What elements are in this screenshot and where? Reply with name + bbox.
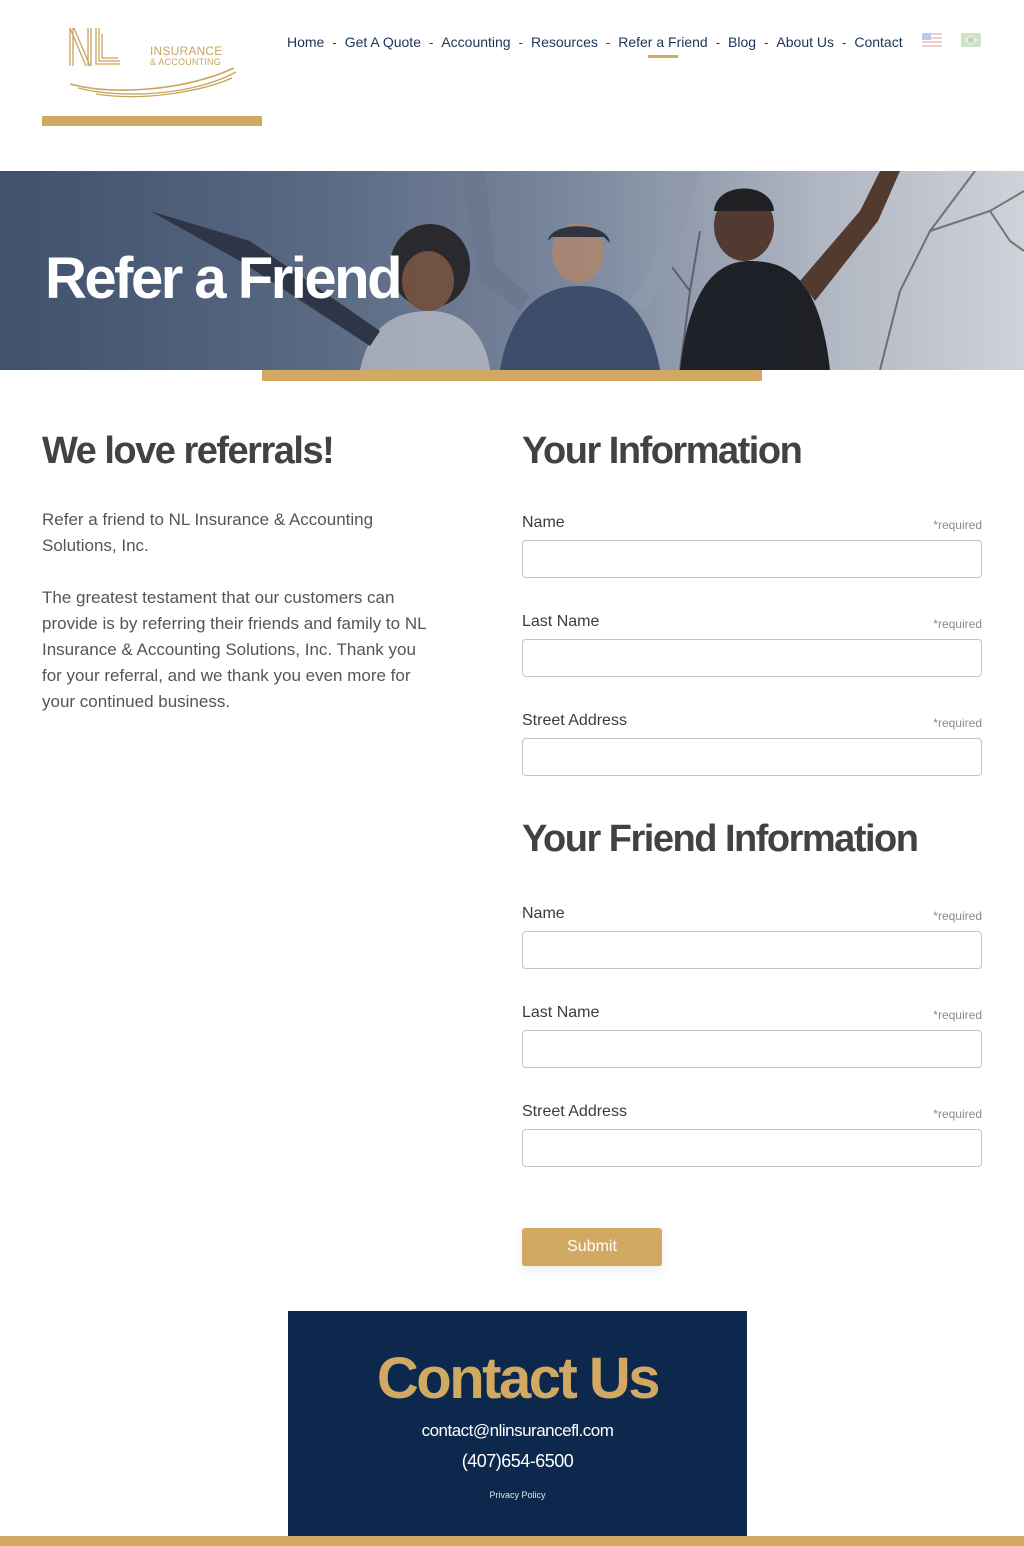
page-title: Refer a Friend (45, 246, 403, 311)
nav-refer-a-friend[interactable]: Refer a Friend (618, 34, 708, 58)
nav-accounting[interactable]: Accounting (441, 34, 510, 50)
nav-separator: - (605, 34, 611, 50)
friend-name-label: Name (522, 905, 565, 922)
nav-contact[interactable]: Contact (854, 34, 902, 50)
nav-separator: - (332, 34, 337, 50)
your-street-address-input[interactable] (522, 738, 982, 776)
required-note: *required (933, 617, 982, 631)
your-last-name-label: Last Name (522, 613, 600, 630)
nav-get-a-quote[interactable]: Get A Quote (345, 34, 421, 50)
friend-last-name-input[interactable] (522, 1030, 982, 1068)
your-name-input[interactable] (522, 540, 982, 578)
intro-paragraph-1: Refer a friend to NL Insurance & Account… (42, 510, 374, 555)
submit-button[interactable]: Submit (522, 1228, 662, 1266)
friend-last-name-label: Last Name (522, 1004, 600, 1021)
your-information-heading: Your Information (522, 430, 803, 472)
required-note: *required (933, 909, 982, 923)
nav-separator: - (842, 34, 847, 50)
contact-box: Contact Us contact@nlinsurancefl.com (40… (288, 1311, 747, 1536)
nav-separator: - (518, 34, 523, 50)
your-last-name-input[interactable] (522, 639, 982, 677)
nav-home[interactable]: Home (287, 34, 324, 50)
privacy-policy-link[interactable]: Privacy Policy (288, 1490, 747, 1500)
nav-resources[interactable]: Resources (531, 34, 598, 50)
nav-separator: - (428, 34, 434, 50)
required-note: *required (933, 1008, 982, 1022)
footer-accent-bar (0, 1536, 1024, 1546)
friend-street-address-label: Street Address (522, 1103, 627, 1120)
nav-separator: - (764, 34, 769, 50)
logo-text: INSURANCE & ACCOUNTING (150, 44, 223, 67)
hero-banner: Refer a Friend (0, 171, 1024, 370)
friend-information-heading: Your Friend Information (522, 818, 919, 860)
your-name-label: Name (522, 514, 565, 531)
friend-street-address-input[interactable] (522, 1129, 982, 1167)
nav-about-us[interactable]: About Us (776, 34, 834, 50)
nav-separator: - (715, 34, 721, 50)
brazil-flag-icon[interactable] (961, 33, 981, 47)
logo-accent-bar (42, 116, 262, 126)
required-note: *required (933, 518, 982, 532)
hero-accent-bar (262, 370, 762, 381)
your-street-address-label: Street Address (522, 712, 627, 729)
intro-heading: We love referrals! (42, 430, 335, 472)
logo-line2: & ACCOUNTING (150, 57, 221, 67)
logo-line1: INSURANCE (150, 44, 223, 58)
main-nav: Home - Get A Quote - Accounting - Resour… (287, 32, 903, 58)
required-note: *required (933, 1107, 982, 1121)
required-note: *required (933, 716, 982, 730)
friend-name-input[interactable] (522, 931, 982, 969)
nav-blog[interactable]: Blog (728, 34, 756, 50)
contact-email-link[interactable]: contact@nlinsurancefl.com (288, 1421, 747, 1441)
contact-heading: Contact Us (376, 1346, 661, 1411)
us-flag-icon[interactable] (922, 33, 942, 47)
intro-paragraph-2: The greatest testament that our customer… (42, 588, 426, 711)
contact-phone-link[interactable]: (407)654-6500 (288, 1451, 747, 1472)
site-logo[interactable]: INSURANCE & ACCOUNTING (66, 24, 246, 104)
